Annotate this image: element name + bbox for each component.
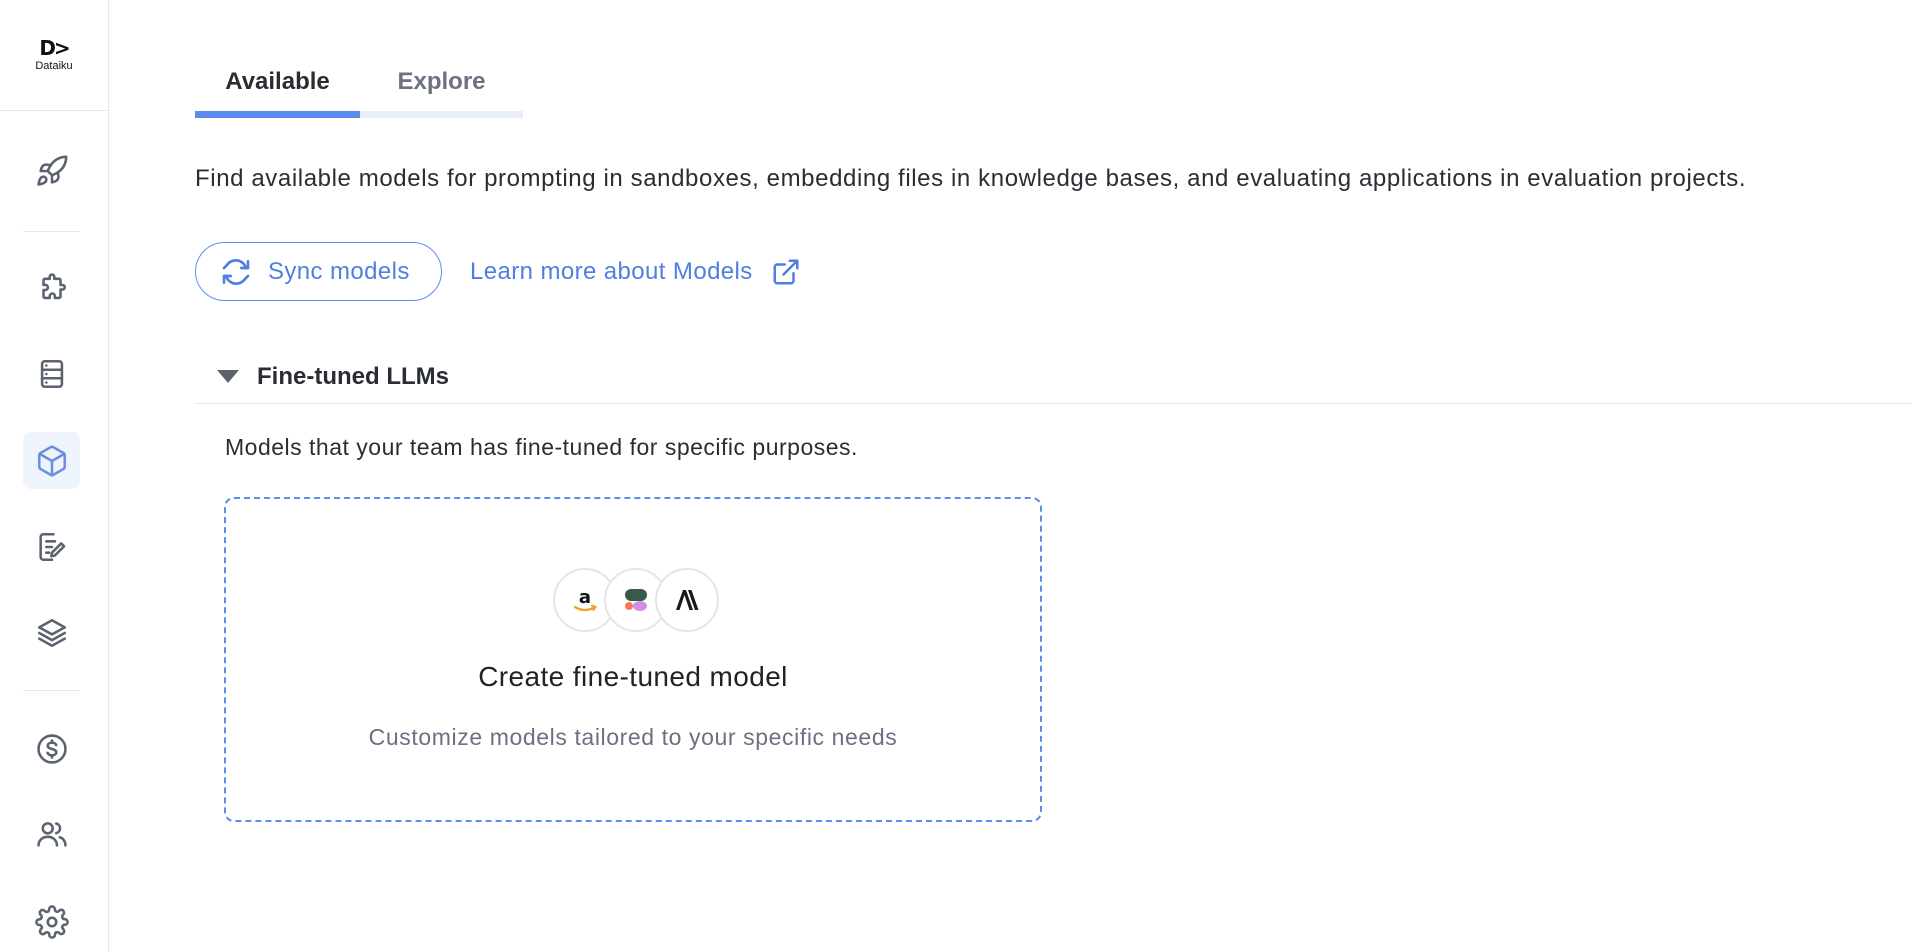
cohere-icon [625,589,647,611]
external-link-icon [773,259,799,285]
rocket-icon [36,155,67,186]
learn-more-label: Learn more about Models [470,258,753,285]
fine-tuned-llms-section-toggle[interactable]: Fine-tuned LLMs [195,350,1912,404]
card-title: Create fine-tuned model [478,661,788,692]
server-icon [40,359,63,388]
svg-text:a: a [579,587,591,608]
sidebar-item-models[interactable] [23,432,80,489]
logo-text: Dataiku [35,60,73,72]
sidebar-item-team[interactable] [23,805,80,862]
sidebar-item-settings[interactable] [23,893,80,950]
amazon-icon: a [573,587,597,612]
app-logo[interactable]: D> Dataiku [0,0,108,111]
nav-divider [23,231,80,232]
tab-active-indicator [195,111,360,118]
section-title: Fine-tuned LLMs [257,362,449,390]
sidebar-item-storage[interactable] [23,345,80,402]
sync-models-label: Sync models [268,257,410,285]
page-description: Find available models for prompting in s… [195,165,1747,192]
logo-mark: D> [39,36,70,60]
sidebar-item-evaluations[interactable] [23,518,80,575]
anthropic-logo [655,568,719,632]
sync-models-button[interactable]: Sync models [195,242,442,301]
sidebar: D> Dataiku [0,0,109,952]
learn-more-link[interactable]: Learn more about Models [470,252,801,292]
nav-divider [23,690,80,691]
tab-track [195,111,523,118]
cube-icon [37,445,66,476]
section-description: Models that your team has fine-tuned for… [225,434,858,460]
create-fine-tuned-model-card[interactable]: a Create fine-tuned model Customize mode… [224,497,1042,822]
dollar-icon [36,733,67,764]
caret-down-icon [217,370,239,383]
gear-icon [34,904,69,939]
edit-document-icon [38,532,65,561]
sidebar-item-integrations[interactable] [23,259,80,316]
puzzle-icon [41,272,66,299]
users-icon [36,821,67,847]
tab-available[interactable]: Available [195,50,360,120]
tab-explore[interactable]: Explore [360,50,523,120]
sidebar-item-knowledge-bases[interactable] [23,604,80,661]
layers-icon [37,618,66,647]
card-subtitle: Customize models tailored to your specif… [368,724,898,750]
provider-logos: a [553,568,719,632]
refresh-icon [222,258,250,285]
anthropic-icon [676,590,699,610]
sidebar-item-billing[interactable] [23,720,80,777]
sidebar-item-deploy[interactable] [23,142,80,199]
